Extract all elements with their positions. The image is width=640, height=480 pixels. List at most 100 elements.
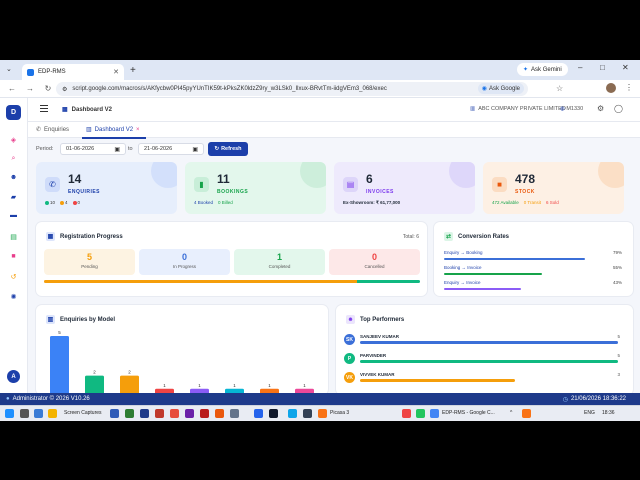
picasa-icon[interactable] [318,409,327,418]
stock-sold: 6 Sold [545,200,559,205]
history-icon[interactable]: ↺ [9,272,18,281]
bookmark-star-icon[interactable]: ☆ [556,84,563,93]
maximize-icon[interactable]: □ [600,63,605,72]
chevron-up-icon[interactable]: ^ [510,410,512,416]
kpi-stock[interactable]: ■ 478 STOCK 472 Available 0 Transit 6 So… [483,162,624,214]
progress-completed-segment [357,280,420,283]
app-icon[interactable] [402,409,411,418]
tab-dashboard-v2[interactable]: ▥ Dashboard V2 × [82,126,146,139]
taskbar-picasa[interactable]: Picasa 3 [330,410,349,416]
tab-enquiries[interactable]: ✆ Enquiries [36,126,70,134]
app-icon[interactable] [140,409,149,418]
app-icon[interactable] [230,409,239,418]
reload-icon[interactable]: ↻ [42,84,54,93]
task-view-icon[interactable] [20,409,29,418]
reg-cancelled[interactable]: 0 Cancelled [329,249,420,275]
app-icon[interactable] [288,409,297,418]
close-tab-dashboard-icon[interactable]: × [136,127,140,133]
vscode-icon[interactable] [254,409,263,418]
users-icon[interactable]: ☻ [9,173,18,182]
car-icon[interactable]: ▬ [9,211,18,220]
tray-icon[interactable] [522,409,531,418]
app-icon[interactable] [269,409,278,418]
word-icon[interactable] [110,409,119,418]
excel-icon[interactable] [125,409,134,418]
browser-tab[interactable]: EDP-RMS ✕ [22,64,124,80]
decor-circle [598,162,624,188]
taskbar-language[interactable]: ENG [584,410,595,416]
taskbar-clock[interactable]: 18:36 [602,410,615,416]
clock-icon: ◷ [562,396,568,403]
forward-icon[interactable]: → [24,84,36,93]
app-icon[interactable] [200,409,209,418]
address-bar[interactable]: ⚙ script.google.com/macros/s/AKfycbw0PI4… [56,82,528,96]
reg-in-progress[interactable]: 0 In Progress [139,249,230,275]
dashboard-icon[interactable]: ◈ [9,135,18,144]
reg-completed[interactable]: 1 Completed [234,249,325,275]
reg-cancelled-label: Cancelled [364,264,385,269]
person-icon: ☻ [346,315,355,324]
enq-stat-1: 10 [50,200,56,205]
app-logo[interactable]: D [6,105,21,120]
reg-pending-value: 5 [86,252,92,262]
ask-google-button[interactable]: ◉ Ask Google [477,83,524,94]
powerpoint-icon[interactable] [155,409,164,418]
performer-row[interactable]: VK VIVVEK KUMAR 3 [344,372,620,390]
chart-bar-label: 2 [93,370,96,375]
gear-icon[interactable]: ⚙ [597,104,604,113]
date-to-input[interactable]: 21-06-2026 ▣ [138,143,204,155]
account-icon[interactable]: ◯ [614,104,623,113]
illustrator-icon[interactable] [185,409,194,418]
file-explorer-icon[interactable] [48,409,57,418]
minimize-icon[interactable]: – [578,63,582,72]
whatsapp-icon[interactable] [416,409,425,418]
profile-avatar[interactable] [606,83,616,93]
kpi-bookings[interactable]: ▮ 11 BOOKINGS 4 Booked 0 Billed [185,162,326,214]
chrome-icon[interactable] [430,409,439,418]
search-icon[interactable]: ⌕ [9,154,18,163]
settings-icon[interactable]: ✺ [9,292,18,301]
performer-row[interactable]: SK SANJEEV KUMAR 5 [344,334,620,352]
kpi-enquiries[interactable]: ✆ 14 ENQUIRIES 10 4 0 [36,162,177,214]
folder-icon[interactable]: ▰ [9,192,18,201]
taskbar-edp-rms[interactable]: EDP-RMS - Google C... [442,410,495,416]
close-window-icon[interactable]: ✕ [622,63,629,72]
reg-completed-label: Completed [268,264,291,269]
chart-bar-label: 1 [163,383,166,388]
kpi-stock-label: STOCK [515,189,535,195]
date-from-input[interactable]: 01-06-2026 ▣ [60,143,126,155]
acrobat-icon[interactable] [170,409,179,418]
kpi-invoices[interactable]: ▤ 6 INVOICES Ex-Showroom: ₹ 61,77,000 [334,162,475,214]
back-icon[interactable]: ← [6,84,18,93]
close-tab-icon[interactable]: ✕ [113,68,119,76]
user-id-icon: ◍ [560,106,565,112]
favicon-icon [27,68,34,76]
top-performers-panel: ☻ Top Performers SK SANJEEV KUMAR 5 P PARVIN… [336,305,633,395]
app-icon[interactable] [303,409,312,418]
chart-icon: ▥ [86,127,92,133]
tab-enquiries-label: Enquiries [44,126,70,133]
app-icon[interactable] [34,409,43,418]
document-icon[interactable]: ▤ [9,232,18,241]
reg-pending[interactable]: 5 Pending [44,249,135,275]
windows-start-icon[interactable] [5,409,14,418]
taskbar-screen-captures[interactable]: Screen Captures [64,410,102,416]
app-icon[interactable] [215,409,224,418]
browser-menu-icon[interactable]: ⋮ [625,83,633,92]
menu-icon[interactable] [40,105,48,112]
site-info-icon[interactable]: ⚙ [62,86,67,93]
performer-bar [360,341,618,344]
performer-row[interactable]: P PARVINDER 5 [344,353,620,371]
new-tab-button[interactable]: + [130,65,136,76]
tab-list-icon[interactable]: ⌄ [6,65,12,73]
ask-gemini-button[interactable]: ✦ Ask Gemini [517,63,568,76]
refresh-button[interactable]: ↻ Refresh [208,142,248,156]
kpi-stock-breakdown: 472 Available 0 Transit 6 Sold [492,200,559,205]
user-avatar[interactable]: A [7,370,20,383]
dashboard-title-icon: ▦ [62,107,68,113]
box-icon[interactable]: ■ [9,252,18,261]
conversion-title-text: Conversion Rates [458,233,510,240]
chart-bar[interactable] [50,336,69,395]
chart-bar-label: 2 [128,370,131,375]
kpi-invoices-value: 6 [366,172,373,186]
